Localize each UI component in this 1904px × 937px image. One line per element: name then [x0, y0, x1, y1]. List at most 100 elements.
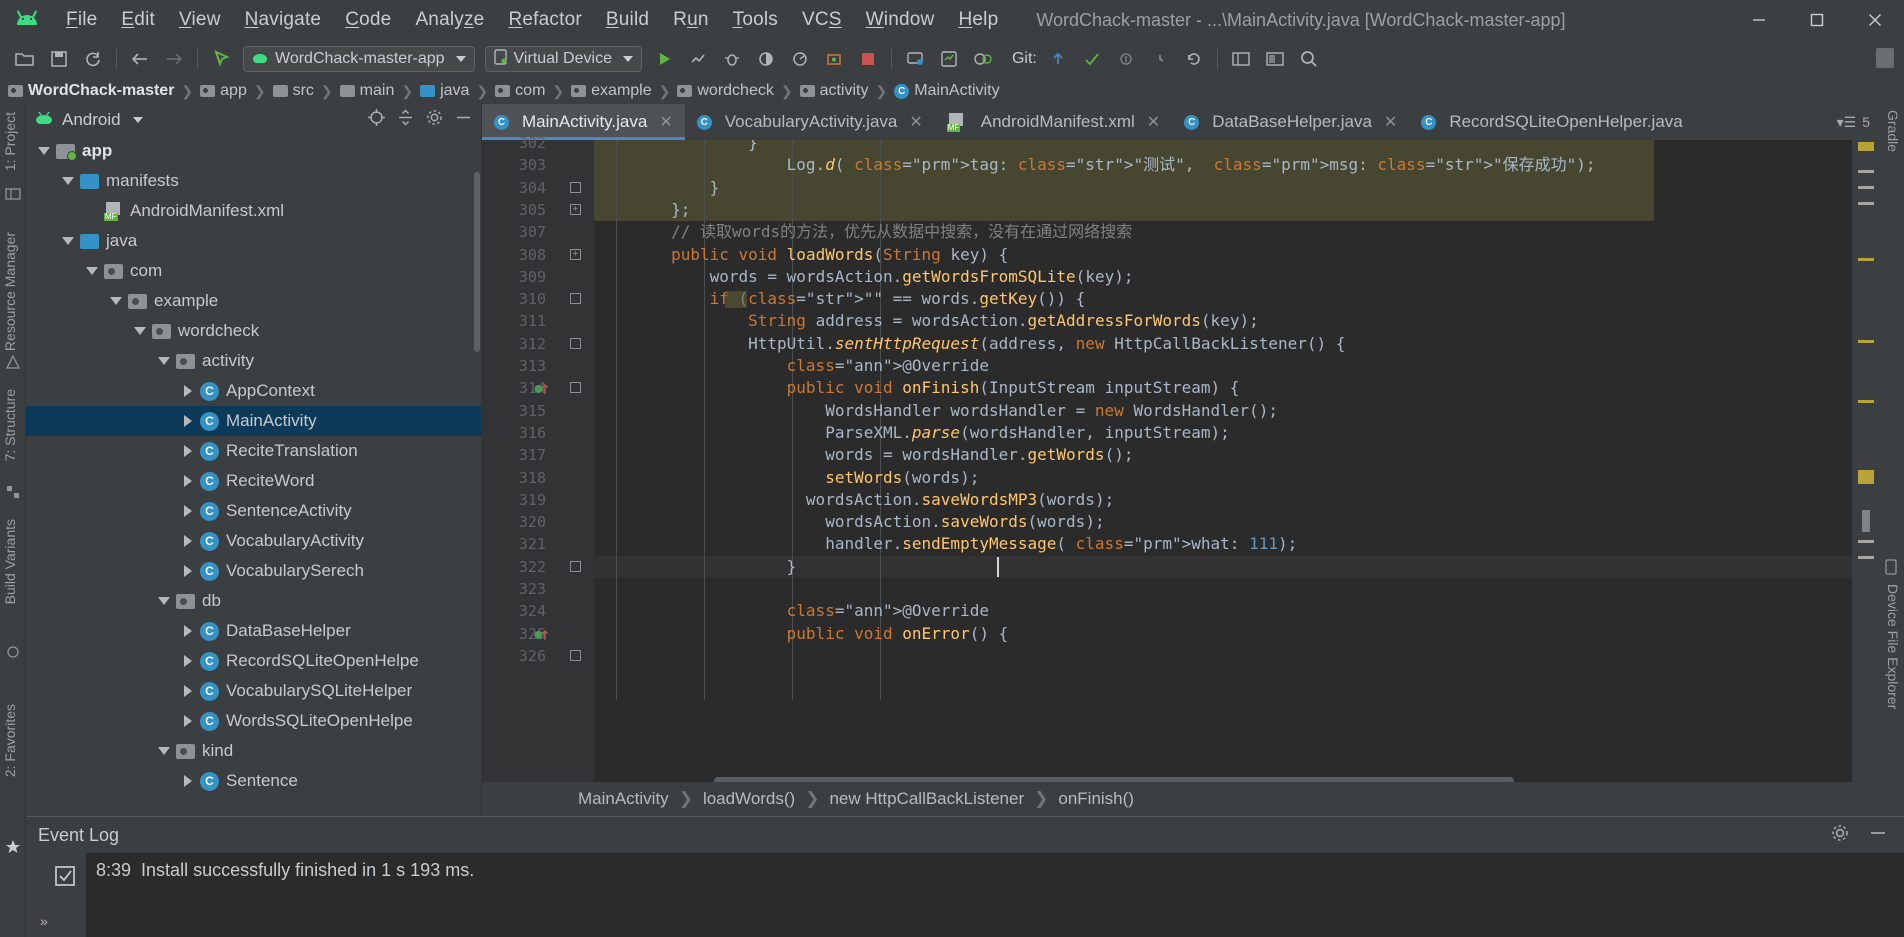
attach-debugger-icon[interactable]: [819, 45, 849, 73]
target-icon[interactable]: [367, 108, 386, 132]
minimize-button[interactable]: [1730, 0, 1788, 40]
code-line[interactable]: public void onFinish(InputStream inputSt…: [594, 377, 1878, 399]
breadcrumb-item-activity[interactable]: activity: [799, 82, 868, 100]
menu-window[interactable]: Window: [854, 5, 947, 35]
search-icon[interactable]: [1294, 45, 1324, 73]
chevron-right-icon[interactable]: [176, 415, 200, 427]
debug-icon[interactable]: [717, 45, 747, 73]
preview-icon[interactable]: [1260, 45, 1290, 73]
code-folding-marker[interactable]: [570, 382, 581, 394]
avd-manager-icon[interactable]: [900, 45, 930, 73]
sync-icon[interactable]: [78, 45, 108, 73]
project-view-selector-label[interactable]: Android: [62, 110, 121, 130]
code-line[interactable]: [594, 578, 1878, 600]
chevron-down-icon[interactable]: [132, 117, 143, 123]
close-icon[interactable]: ✕: [1384, 112, 1397, 132]
code-line[interactable]: }: [594, 177, 1878, 199]
chevron-down-icon[interactable]: [152, 357, 176, 365]
chevron-right-icon[interactable]: [176, 475, 200, 487]
tree-item-wordcheck[interactable]: wordcheck: [26, 316, 481, 346]
chevron-right-icon[interactable]: [176, 505, 200, 517]
tree-item-activity[interactable]: activity: [26, 346, 481, 376]
menu-tools[interactable]: Tools: [721, 5, 790, 35]
collapse-all-icon[interactable]: [396, 108, 415, 132]
code-line[interactable]: wordsAction.saveWordsMP3(words);: [594, 489, 1878, 511]
hide-panel-icon[interactable]: [1868, 823, 1888, 848]
code-folding-marker[interactable]: +: [570, 203, 581, 215]
code-folding-marker[interactable]: [570, 337, 581, 349]
git-push-icon[interactable]: [1111, 45, 1141, 73]
code-line[interactable]: words = wordsAction.getWordsFromSQLite(k…: [594, 266, 1878, 288]
tree-item-vocabularyserech[interactable]: C VocabularySerech: [26, 556, 481, 586]
stop-icon[interactable]: [853, 45, 883, 73]
search-everywhere-icon[interactable]: [1874, 46, 1896, 75]
close-icon[interactable]: ✕: [659, 112, 672, 132]
menu-vcs[interactable]: VCS: [790, 5, 854, 35]
tree-item-reciteword[interactable]: C ReciteWord: [26, 466, 481, 496]
breadcrumb-item-com[interactable]: com: [495, 82, 545, 100]
tree-item-recordsqliteopenhelpe[interactable]: C RecordSQLiteOpenHelpe: [26, 646, 481, 676]
menu-navigate[interactable]: Navigate: [233, 5, 334, 35]
close-button[interactable]: [1846, 0, 1904, 40]
editor-tab-recordsqliteopenhelper[interactable]: C RecordSQLiteOpenHelper.java: [1409, 104, 1694, 140]
layout-inspector-icon[interactable]: [1226, 45, 1256, 73]
tree-item-databasehelper[interactable]: C DataBaseHelper: [26, 616, 481, 646]
run-icon[interactable]: [649, 45, 679, 73]
code-folding-marker[interactable]: [570, 649, 581, 661]
git-update-icon[interactable]: [1043, 45, 1073, 73]
editor-tab-vocabularyactivity[interactable]: C VocabularyActivity.java ✕: [685, 104, 935, 140]
code-line[interactable]: setWords(words);: [594, 467, 1878, 489]
tool-tab-build-variants[interactable]: Build Variants: [2, 519, 18, 604]
close-icon[interactable]: ✕: [909, 112, 922, 132]
chevron-down-icon[interactable]: [32, 147, 56, 155]
code-line[interactable]: HttpUtil.sentHttpRequest(address, new Ht…: [594, 333, 1878, 355]
apply-changes-icon[interactable]: [683, 45, 713, 73]
editor-tabs-overflow[interactable]: ▾☰ 5: [1837, 104, 1878, 140]
tree-item-vocabularyactivity[interactable]: C VocabularyActivity: [26, 526, 481, 556]
chevron-down-icon[interactable]: [80, 267, 104, 275]
tree-item-example[interactable]: example: [26, 286, 481, 316]
breadcrumb-item-src[interactable]: src: [272, 82, 314, 100]
code-line[interactable]: public void onError() {: [594, 623, 1878, 645]
menu-code[interactable]: Code: [333, 5, 403, 35]
back-icon[interactable]: [125, 45, 155, 73]
editor-marker-gutter[interactable]: [1852, 140, 1878, 816]
breadcrumb-item-java[interactable]: java: [420, 82, 469, 100]
breadcrumb-item-main[interactable]: main: [339, 82, 394, 100]
code-line[interactable]: wordsAction.saveWords(words);: [594, 511, 1878, 533]
code-line[interactable]: ParseXML.parse(wordsHandler, inputStream…: [594, 422, 1878, 444]
tree-item-appcontext[interactable]: C AppContext: [26, 376, 481, 406]
profiler-icon[interactable]: [785, 45, 815, 73]
tree-item-com[interactable]: com: [26, 256, 481, 286]
breadcrumb-item-example[interactable]: example: [571, 82, 652, 100]
editor-gutter[interactable]: 302 303 304 305 +307 308 +309 310 311 312 313 314 31…: [482, 134, 594, 816]
settings-gear-icon[interactable]: [425, 108, 444, 132]
chevron-down-icon[interactable]: [152, 597, 176, 605]
expand-icon[interactable]: »: [40, 913, 48, 929]
tool-tab-device-file-explorer[interactable]: Device File Explorer: [1885, 584, 1901, 709]
chevron-down-icon[interactable]: [56, 237, 80, 245]
chevron-right-icon[interactable]: [176, 445, 200, 457]
tree-item-sentenceactivity[interactable]: C SentenceActivity: [26, 496, 481, 526]
event-log-entry[interactable]: 8:39 Install successfully finished in 1 …: [86, 853, 1904, 887]
implements-method-marker-icon[interactable]: [534, 382, 550, 396]
code-line[interactable]: String address = wordsAction.getAddressF…: [594, 310, 1878, 332]
chevron-right-icon[interactable]: [176, 625, 200, 637]
tree-item-androidmanifest-xml[interactable]: MF AndroidManifest.xml: [26, 196, 481, 226]
code-folding-marker[interactable]: [570, 293, 581, 305]
menu-analyze[interactable]: Analyze: [403, 5, 496, 35]
git-revert-icon[interactable]: [1179, 45, 1209, 73]
chevron-right-icon[interactable]: [176, 565, 200, 577]
chevron-down-icon[interactable]: [56, 177, 80, 185]
code-line[interactable]: // 读取words的方法，优先从数据中搜索，没有在通过网络搜索: [594, 221, 1878, 243]
breadcrumb-item-wordchack-master[interactable]: WordChack-master: [8, 82, 174, 100]
chevron-right-icon[interactable]: [176, 535, 200, 547]
tree-item-mainactivity[interactable]: C MainActivity: [26, 406, 481, 436]
tab-list-icon[interactable]: ▾☰: [1837, 114, 1857, 131]
menu-run[interactable]: Run: [661, 5, 720, 35]
project-tree-scrollbar[interactable]: [474, 172, 480, 352]
menu-refactor[interactable]: Refactor: [496, 5, 593, 35]
menu-help[interactable]: Help: [946, 5, 1010, 35]
breadcrumb-item-wordcheck[interactable]: wordcheck: [677, 82, 774, 100]
hide-panel-icon[interactable]: [454, 108, 473, 132]
